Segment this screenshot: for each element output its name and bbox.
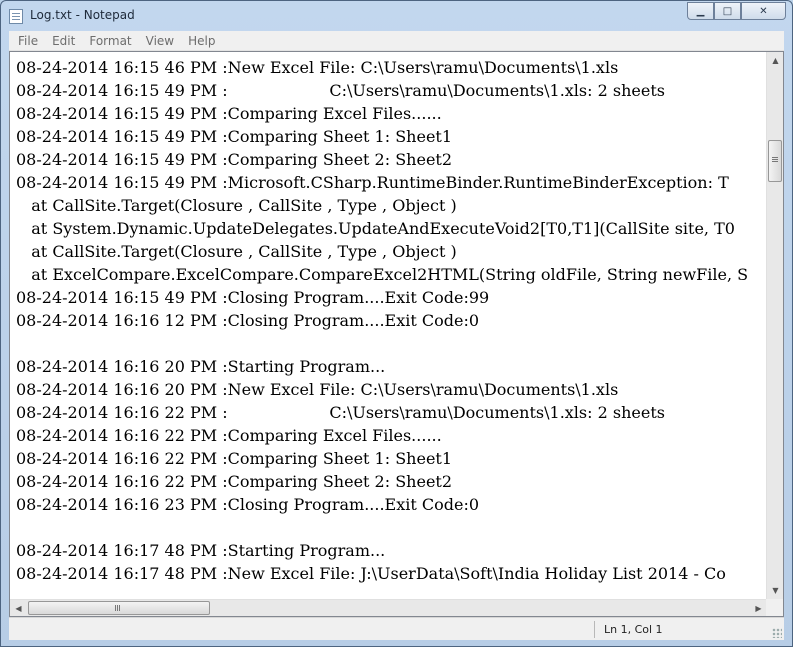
cursor-position: Ln 1, Col 1 bbox=[604, 623, 663, 636]
menu-bar: File Edit Format View Help bbox=[9, 31, 784, 51]
arrow-down-icon: ▼ bbox=[772, 586, 779, 595]
text-line bbox=[16, 516, 767, 539]
horizontal-scroll-thumb[interactable] bbox=[28, 601, 210, 615]
arrow-left-icon: ◀ bbox=[15, 604, 22, 613]
grip-icon bbox=[115, 605, 116, 611]
notepad-window: Log.txt - Notepad ▁ □ ✕ File Edit Format… bbox=[0, 0, 793, 647]
maximize-icon: □ bbox=[722, 5, 733, 17]
text-editor[interactable]: 08-24-2014 16:15 46 PM :New Excel File: … bbox=[9, 51, 784, 617]
grip-icon bbox=[772, 157, 778, 158]
menu-file[interactable]: File bbox=[11, 34, 45, 48]
text-line: at CallSite.Target(Closure , CallSite , … bbox=[16, 196, 457, 215]
scroll-left-button[interactable]: ◀ bbox=[10, 600, 27, 617]
window-title: Log.txt - Notepad bbox=[30, 8, 135, 22]
notepad-icon[interactable] bbox=[9, 9, 23, 24]
text-line: 08-24-2014 16:15 49 PM :Comparing Sheet … bbox=[16, 150, 453, 169]
vertical-scroll-thumb[interactable] bbox=[768, 140, 782, 182]
menu-edit[interactable]: Edit bbox=[45, 34, 82, 48]
text-line: 08-24-2014 16:15 49 PM :Comparing Excel … bbox=[16, 104, 442, 123]
text-line: 08-24-2014 16:16 20 PM :Starting Program… bbox=[16, 357, 386, 376]
menu-format[interactable]: Format bbox=[82, 34, 138, 48]
text-line: 08-24-2014 16:16 22 PM :Comparing Sheet … bbox=[16, 449, 453, 468]
text-line: at System.Dynamic.UpdateDelegates.Update… bbox=[16, 219, 735, 238]
text-line: 08-24-2014 16:17 48 PM :Starting Program… bbox=[16, 541, 386, 560]
text-line: at CallSite.Target(Closure , CallSite , … bbox=[16, 242, 457, 261]
maximize-button[interactable]: □ bbox=[714, 2, 741, 20]
scroll-up-button[interactable]: ▲ bbox=[767, 52, 784, 69]
arrow-up-icon: ▲ bbox=[772, 56, 779, 65]
scroll-right-button[interactable]: ▶ bbox=[750, 600, 767, 617]
text-line: 08-24-2014 16:15 46 PM :New Excel File: … bbox=[16, 58, 619, 77]
status-bar: Ln 1, Col 1 bbox=[9, 617, 784, 640]
close-icon: ✕ bbox=[759, 5, 768, 17]
close-button[interactable]: ✕ bbox=[741, 2, 786, 20]
title-bar[interactable]: Log.txt - Notepad ▁ □ ✕ bbox=[1, 1, 792, 31]
text-line: 08-24-2014 16:15 49 PM :Closing Program.… bbox=[16, 288, 490, 307]
scrollbar-corner bbox=[766, 599, 783, 616]
text-line bbox=[16, 332, 767, 355]
text-line: 08-24-2014 16:16 23 PM :Closing Program.… bbox=[16, 495, 480, 514]
menu-view[interactable]: View bbox=[139, 34, 181, 48]
text-line: 08-24-2014 16:16 22 PM :Comparing Sheet … bbox=[16, 472, 453, 491]
minimize-icon: ▁ bbox=[696, 5, 705, 17]
text-line: 08-24-2014 16:16 20 PM :New Excel File: … bbox=[16, 380, 619, 399]
horizontal-scrollbar[interactable]: ◀ ▶ bbox=[10, 599, 767, 616]
text-line: 08-24-2014 16:17 48 PM :New Excel File: … bbox=[16, 564, 726, 583]
resize-grip-icon[interactable] bbox=[772, 628, 782, 638]
text-line: at ExcelCompare.ExcelCompare.CompareExce… bbox=[16, 265, 749, 284]
text-line: 08-24-2014 16:15 49 PM : C:\Users\ramu\D… bbox=[16, 81, 665, 100]
scroll-down-button[interactable]: ▼ bbox=[767, 582, 784, 599]
arrow-right-icon: ▶ bbox=[755, 604, 762, 613]
vertical-scrollbar[interactable]: ▲ ▼ bbox=[766, 52, 783, 599]
text-line: 08-24-2014 16:15 49 PM :Comparing Sheet … bbox=[16, 127, 453, 146]
text-line: 08-24-2014 16:16 22 PM : C:\Users\ramu\D… bbox=[16, 403, 665, 422]
menu-help[interactable]: Help bbox=[181, 34, 222, 48]
text-line: 08-24-2014 16:16 22 PM :Comparing Excel … bbox=[16, 426, 442, 445]
caption-buttons: ▁ □ ✕ bbox=[687, 2, 786, 21]
text-line: 08-24-2014 16:15 49 PM :Microsoft.CSharp… bbox=[16, 173, 729, 192]
status-divider bbox=[594, 621, 595, 638]
text-line: 08-24-2014 16:16 12 PM :Closing Program.… bbox=[16, 311, 480, 330]
text-content[interactable]: 08-24-2014 16:15 46 PM :New Excel File: … bbox=[10, 52, 767, 599]
minimize-button[interactable]: ▁ bbox=[687, 2, 714, 20]
